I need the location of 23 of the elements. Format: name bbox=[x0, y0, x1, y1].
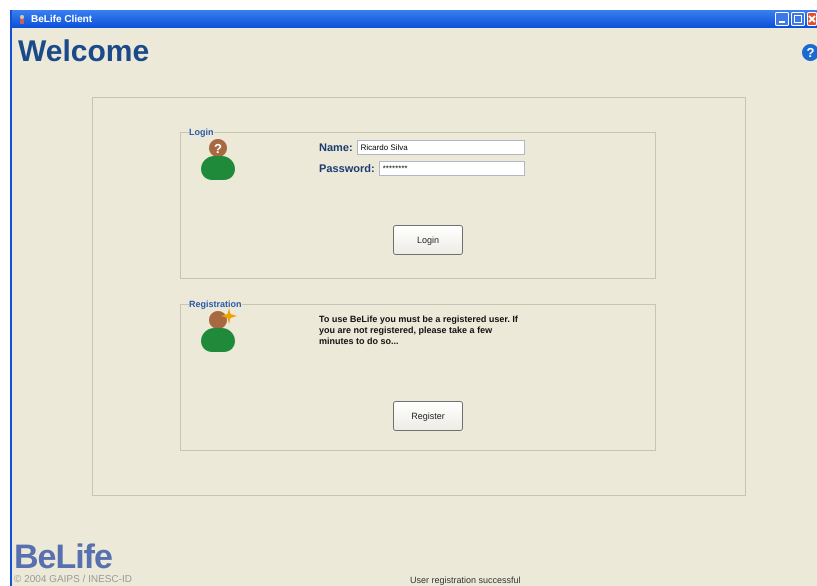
group-title: Registration bbox=[189, 299, 242, 309]
minimize-icon bbox=[779, 21, 785, 23]
register-button[interactable]: Register bbox=[393, 401, 463, 431]
close-button[interactable] bbox=[807, 12, 817, 26]
status-message: User registration successful bbox=[410, 574, 521, 586]
window-title: BeLife Client bbox=[31, 14, 92, 24]
logo: BeLife bbox=[14, 540, 112, 574]
input-field[interactable]: Ricardo Silva bbox=[356, 140, 525, 155]
person-star-icon bbox=[201, 311, 235, 355]
app-icon bbox=[18, 14, 26, 24]
maximize-icon bbox=[793, 14, 803, 24]
page-title: Welcome bbox=[18, 35, 150, 69]
login-button[interactable]: Login bbox=[393, 225, 463, 255]
copyright-text: © 2004 GAIPS / INESC-ID bbox=[14, 574, 132, 586]
field-label: Name: bbox=[319, 142, 353, 154]
field-label: Password: bbox=[319, 162, 375, 174]
input-field[interactable]: ******** bbox=[378, 161, 525, 176]
close-icon bbox=[808, 14, 816, 24]
group-title: Login bbox=[189, 127, 214, 137]
help-icon[interactable]: ? bbox=[802, 44, 817, 60]
registration-message: To use BeLife you must be a registered user. If you are not registered, please take a few minutes to do so... bbox=[319, 314, 519, 347]
minimize-button[interactable] bbox=[775, 12, 789, 26]
maximize-button[interactable] bbox=[791, 12, 805, 26]
